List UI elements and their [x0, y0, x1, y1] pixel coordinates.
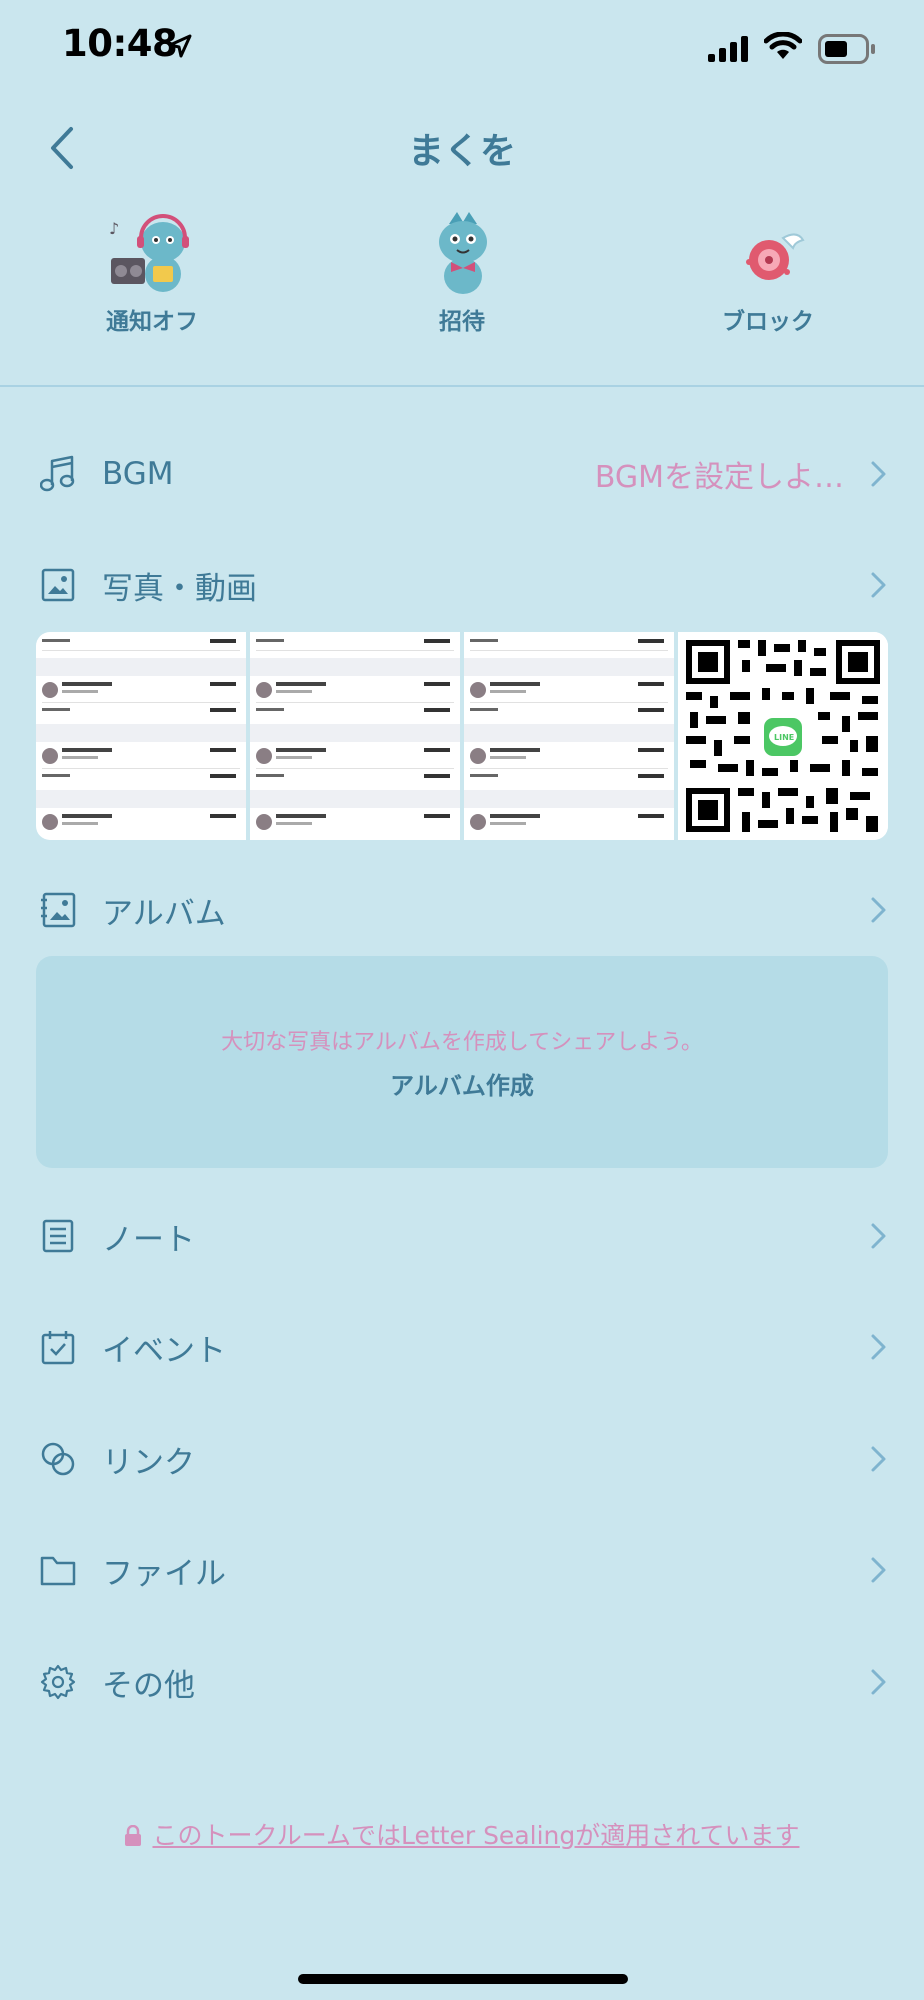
link-icon: [38, 1439, 78, 1479]
menu-item-other[interactable]: その他: [0, 1640, 924, 1724]
album-empty-message: 大切な写真はアルバムを作成してシェアしよう。: [221, 1030, 703, 1055]
chat-title: まくを: [407, 131, 516, 172]
cellular-signal-icon: [708, 36, 748, 62]
file-label: ファイル: [102, 1555, 226, 1592]
album-empty-box: [36, 956, 888, 1168]
invite-label: 招待: [439, 309, 485, 335]
chevron-right-icon: [871, 1223, 886, 1249]
bgm-label: BGM: [102, 456, 174, 492]
notifications-off-label: 通知オフ: [106, 309, 198, 335]
home-indicator[interactable]: [298, 1974, 628, 1984]
note-icon: [38, 1216, 78, 1256]
album-icon: [38, 890, 78, 930]
menu-item-note[interactable]: ノート: [0, 1194, 924, 1278]
character-block-icon: [746, 233, 805, 280]
chevron-right-icon: [871, 1669, 886, 1695]
other-label: その他: [102, 1667, 195, 1704]
photo-thumbnail[interactable]: [36, 632, 246, 840]
photo-strip: LINE: [36, 632, 888, 840]
invite-button[interactable]: 招待: [372, 210, 552, 336]
battery-icon: [818, 34, 875, 64]
chevron-right-icon: [871, 461, 886, 487]
note-label: ノート: [102, 1221, 195, 1258]
lock-icon: [125, 1825, 142, 1846]
chevron-right-icon: [871, 1334, 886, 1360]
link-label: リンク: [102, 1444, 195, 1481]
chevron-right-icon: [871, 897, 886, 923]
event-label: イベント: [102, 1332, 226, 1369]
album-label: アルバム: [102, 895, 226, 932]
menu-item-link[interactable]: リンク: [0, 1417, 924, 1501]
photo-icon: [38, 565, 78, 605]
chevron-right-icon: [871, 572, 886, 598]
block-label: ブロック: [722, 309, 814, 335]
gear-icon: [38, 1662, 78, 1702]
photo-thumbnail[interactable]: [250, 632, 460, 840]
notifications-off-button[interactable]: ♪ 通知オフ: [62, 210, 242, 336]
chevron-right-icon: [871, 1446, 886, 1472]
section-divider: [0, 385, 924, 387]
menu-item-photos[interactable]: 写真・動画: [0, 543, 924, 627]
folder-icon: [38, 1550, 78, 1590]
menu-item-bgm[interactable]: BGM BGMを設定しよ…: [0, 432, 924, 516]
status-time: 10:48: [62, 22, 178, 65]
create-album-button[interactable]: アルバム作成: [0, 1066, 924, 1101]
block-button[interactable]: ブロック: [678, 210, 858, 336]
calendar-check-icon: [38, 1327, 78, 1367]
svg-text:♪: ♪: [109, 219, 119, 238]
qr-code-icon: LINE: [678, 632, 888, 840]
photo-thumbnail[interactable]: [464, 632, 674, 840]
menu-item-event[interactable]: イベント: [0, 1305, 924, 1389]
character-invite-icon: [439, 212, 487, 294]
svg-text:LINE: LINE: [774, 733, 794, 742]
wifi-icon: [764, 32, 802, 59]
location-arrow-icon: [168, 34, 192, 58]
menu-item-file[interactable]: ファイル: [0, 1528, 924, 1612]
bgm-value: BGMを設定しよ…: [594, 460, 844, 495]
letter-sealing-link[interactable]: このトークルームではLetter Sealingが適用されています: [152, 1821, 799, 1850]
qr-code-thumbnail[interactable]: LINE: [678, 632, 888, 840]
music-note-icon: [38, 454, 78, 494]
letter-sealing-notice: このトークルームではLetter Sealingが適用されています: [0, 1816, 924, 1852]
menu-item-album[interactable]: アルバム: [0, 868, 924, 952]
photos-label: 写真・動画: [102, 570, 257, 607]
chevron-right-icon: [871, 1557, 886, 1583]
music-character-icon: ♪: [109, 214, 189, 292]
